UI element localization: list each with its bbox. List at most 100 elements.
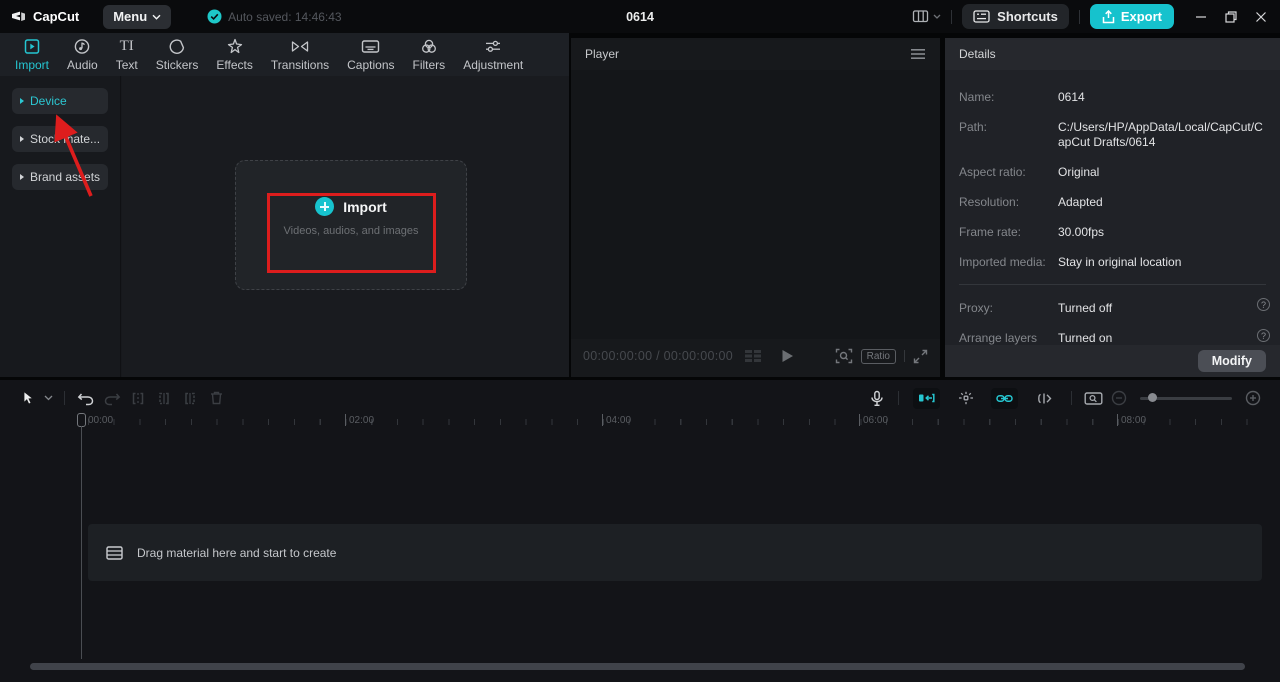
tab-adjustment[interactable]: Adjustment [454, 33, 532, 76]
timeline-horizontal-scrollbar[interactable] [30, 663, 1245, 670]
title-bar: CapCut Menu Auto saved: 14:46:43 0614 Sh… [0, 0, 1280, 33]
minimize-button[interactable] [1190, 6, 1212, 28]
text-tab-icon: TI [119, 37, 134, 54]
tab-label: Captions [347, 57, 395, 72]
autosave-text: Auto saved: 14:46:43 [228, 9, 342, 24]
tab-transitions[interactable]: Transitions [262, 33, 338, 76]
tab-filters[interactable]: Filters [404, 33, 455, 76]
frame-view-icon[interactable] [743, 349, 763, 363]
tab-effects[interactable]: Effects [207, 33, 261, 76]
tab-import[interactable]: Import [6, 33, 58, 76]
shortcuts-button[interactable]: Shortcuts [962, 4, 1069, 29]
zoom-slider-handle[interactable] [1148, 393, 1157, 402]
link-clips-toggle[interactable] [991, 387, 1018, 409]
modify-button[interactable]: Modify [1197, 350, 1266, 372]
stickers-tab-icon [169, 38, 185, 54]
close-button[interactable] [1250, 6, 1272, 28]
triangle-right-icon [20, 98, 24, 104]
layout-icon [913, 10, 929, 23]
redo-button[interactable] [99, 387, 125, 409]
layout-switcher-button[interactable] [912, 9, 941, 24]
auto-snap-toggle[interactable] [952, 388, 979, 409]
sidebar-item-label: Device [30, 94, 67, 108]
restore-button[interactable] [1220, 6, 1242, 28]
preview-quality-button[interactable] [1080, 387, 1106, 409]
play-button[interactable] [781, 349, 794, 363]
undo-button[interactable] [73, 387, 99, 409]
player-controls: 00:00:00:00 / 00:00:00:00 Ratio [571, 343, 940, 369]
record-voiceover-button[interactable] [864, 387, 890, 409]
player-menu-icon[interactable] [910, 48, 926, 60]
sidebar-item-stock-material[interactable]: Stock mate... [12, 126, 108, 152]
preview-axis-toggle[interactable] [1030, 388, 1057, 409]
playhead-line [81, 426, 82, 659]
sidebar-item-device[interactable]: Device [12, 88, 108, 114]
detail-value: Adapted [1058, 195, 1103, 209]
toolbar-divider [1071, 391, 1072, 405]
split-tool[interactable] [125, 387, 151, 409]
titlebar-divider [951, 9, 953, 24]
tab-captions[interactable]: Captions [338, 33, 403, 76]
sidebar-item-label: Stock mate... [30, 132, 101, 146]
zoom-in-button[interactable] [1240, 387, 1266, 409]
keyboard-icon [973, 10, 990, 23]
menu-label: Menu [113, 9, 148, 24]
detail-row-resolution: Resolution: Adapted [959, 195, 1266, 210]
check-circle-icon [207, 9, 222, 24]
arrange-layers-help-icon[interactable]: ? [1257, 329, 1270, 342]
ruler-tick [602, 414, 603, 426]
menu-button[interactable]: Menu [103, 4, 172, 29]
filters-tab-icon [421, 39, 436, 53]
chevron-down-icon [933, 14, 941, 19]
detail-value: Original [1058, 165, 1100, 179]
sidebar-item-brand-assets[interactable]: Brand assets [12, 164, 108, 190]
empty-track-dropzone[interactable]: Drag material here and start to create [88, 524, 1262, 581]
tab-label: Audio [67, 57, 98, 72]
ruler-tick [859, 414, 860, 426]
export-button[interactable]: Export [1089, 4, 1174, 29]
player-title: Player [585, 47, 620, 61]
select-cursor-tool[interactable] [14, 387, 40, 409]
tab-stickers[interactable]: Stickers [147, 33, 208, 76]
detail-row-proxy: Proxy: Turned off [959, 301, 1266, 316]
detail-label: Name: [959, 90, 995, 104]
ratio-button[interactable]: Ratio [860, 348, 896, 364]
media-tabbar: Import Audio TI Text Stickers Effects Tr… [0, 33, 569, 76]
export-label: Export [1120, 9, 1162, 24]
fullscreen-icon[interactable] [913, 349, 928, 364]
details-divider [959, 284, 1266, 285]
import-button-label: Import [343, 198, 387, 215]
delete-left-tool[interactable] [151, 387, 177, 409]
timeline-zoom-slider[interactable] [1140, 393, 1232, 402]
chevron-down-icon [152, 14, 161, 20]
timecode: 00:00:00:00 / 00:00:00:00 [583, 349, 733, 363]
zoom-out-button[interactable] [1106, 387, 1132, 409]
tab-audio[interactable]: Audio [58, 33, 107, 76]
delete-button[interactable] [203, 387, 229, 409]
player-viewport [571, 70, 940, 339]
plus-icon [315, 197, 335, 216]
capcut-logo: CapCut [10, 9, 79, 25]
tab-label: Effects [216, 57, 253, 72]
tab-label: Adjustment [463, 57, 524, 72]
playhead-handle[interactable] [77, 413, 86, 427]
ruler-label-0: 00:00 [88, 415, 114, 426]
document-title: 0614 [626, 9, 654, 24]
media-sidebar: Device Stock mate... Brand assets [0, 76, 121, 377]
cursor-tool-chevron[interactable] [40, 387, 56, 409]
detail-value: Stay in original location [1058, 255, 1182, 269]
film-icon [106, 545, 123, 560]
tab-text[interactable]: TI Text [107, 33, 147, 76]
media-panel: Import Audio TI Text Stickers Effects Tr… [0, 33, 569, 377]
ripple-edit-toggle[interactable] [913, 387, 940, 409]
sidebar-item-label: Brand assets [30, 170, 101, 184]
tab-label: Filters [412, 57, 446, 72]
proxy-help-icon[interactable]: ? [1257, 298, 1270, 311]
import-dropzone[interactable]: Import Videos, audios, and images [235, 160, 467, 290]
focus-zoom-icon[interactable] [835, 348, 853, 364]
detail-value: C:/Users/HP/AppData/Local/CapCut/CapCut … [1058, 120, 1263, 149]
timeline-ruler[interactable]: 00:00 02:00 04:00 06:00 08:00 [0, 412, 1280, 434]
timeline-toolbar [0, 383, 1280, 413]
delete-right-tool[interactable] [177, 387, 203, 409]
triangle-right-icon [20, 136, 24, 142]
